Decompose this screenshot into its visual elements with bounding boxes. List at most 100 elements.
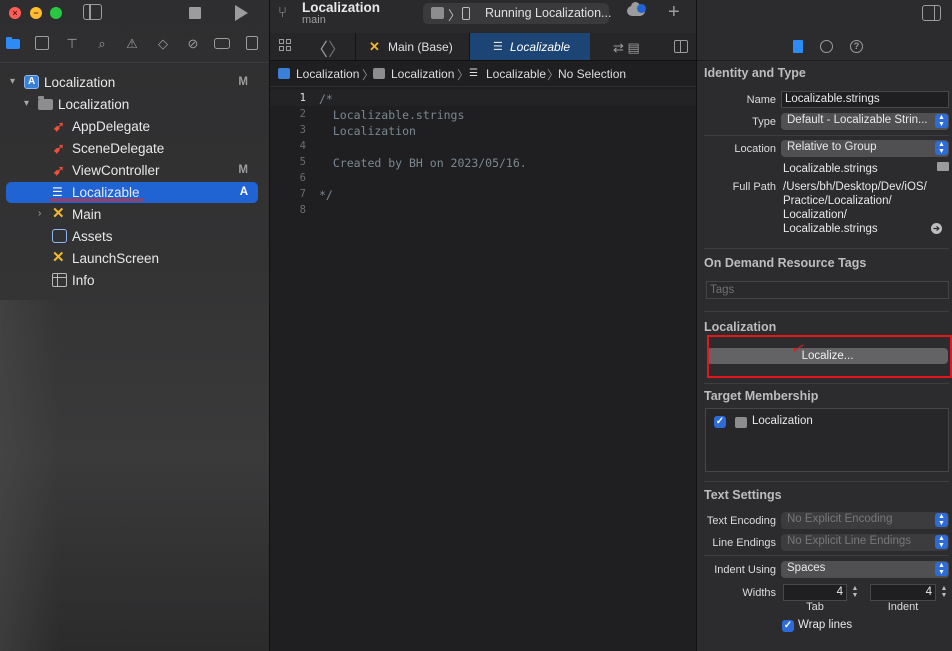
section-title-localization: Localization: [704, 320, 777, 334]
symbol-navigator-tab-icon[interactable]: ⊤: [64, 36, 80, 52]
history-inspector-tab-icon[interactable]: [820, 40, 833, 53]
code-area[interactable]: 1 2 3 4 5 6 7 8 /* Localizable.strings L…: [270, 88, 697, 651]
folder-icon: [373, 68, 385, 79]
breadcrumb-item[interactable]: Localization: [296, 67, 359, 81]
app-target-icon: [735, 417, 747, 428]
name-field[interactable]: Localizable.strings: [781, 91, 949, 108]
plist-icon: [52, 273, 67, 287]
tree-item-project[interactable]: ▾ Localization M: [6, 72, 258, 93]
breadcrumb-item[interactable]: Localization: [391, 67, 454, 81]
full-path-line: Practice/Localization/: [783, 195, 892, 207]
sidebar-toggle-icon[interactable]: [83, 4, 102, 20]
line-endings-popup[interactable]: No Explicit Line Endings ▲ ▼: [781, 534, 949, 551]
tree-item-main[interactable]: › ✕ Main: [6, 204, 258, 225]
issue-navigator-tab-icon[interactable]: ⚠: [124, 36, 140, 52]
tree-item-group-localization[interactable]: ▾ Localization: [6, 94, 258, 115]
source-control-navigator-tab-icon[interactable]: [35, 36, 49, 50]
breadcrumb-item[interactable]: No Selection: [558, 67, 626, 81]
tab-width-field[interactable]: 4: [783, 584, 847, 601]
indent-using-value: Spaces: [787, 562, 826, 574]
breadcrumb-item[interactable]: Localizable: [486, 67, 546, 81]
tags-field[interactable]: Tags: [706, 281, 949, 299]
indent-using-popup[interactable]: Spaces ▲ ▼: [781, 561, 949, 578]
quick-help-tab-icon[interactable]: ?: [850, 40, 863, 53]
wrap-lines-checkbox[interactable]: ✓: [782, 620, 794, 632]
storyboard-icon: ✕: [52, 249, 65, 266]
tree-item-scenedelegate[interactable]: ➹ SceneDelegate: [6, 138, 258, 159]
reveal-arrow-icon[interactable]: ➔: [931, 223, 942, 234]
chevron-updown-icon: ▲ ▼: [935, 562, 948, 576]
activity-status[interactable]: 〉 Running Localization...: [423, 3, 611, 24]
tree-item-info[interactable]: Info: [6, 270, 258, 291]
line-number: 1: [299, 92, 306, 104]
debug-navigator-tab-icon[interactable]: ⊘: [185, 36, 201, 52]
find-navigator-tab-icon[interactable]: ⌕: [94, 36, 110, 52]
stop-icon[interactable]: [189, 7, 201, 19]
line-number: 8: [299, 204, 306, 216]
tree-item-viewcontroller[interactable]: ➹ ViewController M: [6, 160, 258, 181]
text-encoding-value: No Explicit Encoding: [787, 513, 893, 525]
annotation-highlight-box: [707, 335, 952, 378]
current-line-highlight: [270, 90, 697, 106]
tree-item-label: Assets: [72, 229, 113, 244]
code-line: Created by BH on 2023/05/16.: [319, 156, 527, 170]
membership-checkbox[interactable]: ✓: [714, 416, 726, 428]
line-number: 4: [299, 140, 306, 152]
project-navigator-tab-icon[interactable]: [5, 36, 21, 52]
zoom-window-button[interactable]: [50, 7, 62, 19]
text-encoding-popup[interactable]: No Explicit Encoding ▲ ▼: [781, 512, 949, 529]
chevron-right-icon[interactable]: ›: [38, 208, 41, 219]
indent-width-field[interactable]: 4: [870, 584, 936, 601]
chevron-down-icon[interactable]: ▾: [24, 98, 29, 109]
tree-item-label: Info: [72, 273, 95, 288]
window-toolbar-center: ⑂ Localization main 〉 Running Localizati…: [270, 0, 697, 33]
tree-item-label: Localization: [58, 97, 130, 112]
test-navigator-tab-icon[interactable]: ◇: [155, 36, 171, 52]
breakpoint-navigator-tab-icon[interactable]: [214, 38, 230, 49]
line-endings-label: Line Endings: [712, 537, 776, 549]
run-icon[interactable]: [235, 5, 248, 21]
annotation-check-mark-icon: ✓: [789, 339, 805, 358]
tree-item-label: ViewController: [72, 163, 160, 178]
strings-file-icon: ☰: [469, 68, 478, 79]
tab-width-stepper[interactable]: ▲ ▼: [850, 585, 860, 601]
membership-target-label: Localization: [752, 415, 813, 427]
indent-width-stepper[interactable]: ▲ ▼: [939, 585, 949, 601]
tab-localizable[interactable]: ☰ Localizable: [470, 33, 590, 60]
minimize-window-button[interactable]: −: [30, 7, 42, 19]
line-number: 5: [299, 156, 306, 168]
tree-item-launchscreen[interactable]: ✕ LaunchScreen: [6, 248, 258, 269]
tree-item-assets[interactable]: Assets: [6, 226, 258, 247]
branch-icon: ⑂: [278, 4, 288, 21]
report-navigator-tab-icon[interactable]: [246, 36, 258, 50]
chevron-left-icon[interactable]: 〈: [310, 36, 328, 62]
location-file: Localizable.strings: [783, 163, 878, 175]
app-target-icon: [431, 7, 444, 19]
close-window-button[interactable]: ×: [9, 7, 21, 19]
inspector-toggle-icon[interactable]: [922, 5, 941, 21]
location-popup[interactable]: Relative to Group ▲ ▼: [781, 140, 949, 157]
xcodeproj-icon: [24, 75, 39, 89]
swift-file-icon: ➹: [53, 140, 65, 156]
xcode-cloud-icon[interactable]: [627, 2, 646, 16]
membership-list: ✓ Localization: [705, 408, 949, 472]
divider: [0, 62, 269, 63]
tree-item-label: LaunchScreen: [72, 251, 160, 266]
tab-main-base[interactable]: ✕ Main (Base): [355, 33, 470, 60]
related-items-icon[interactable]: [279, 39, 293, 53]
editor-options-icon[interactable]: ⇄ ▤: [613, 40, 640, 56]
tree-item-appdelegate[interactable]: ➹ AppDelegate: [6, 116, 258, 137]
name-label: Name: [746, 94, 776, 106]
file-inspector-tab-icon[interactable]: [793, 40, 803, 53]
split-editor-icon[interactable]: [674, 40, 688, 53]
chevron-updown-icon: ▲ ▼: [935, 535, 948, 549]
source-control-badge: M: [238, 164, 248, 176]
chevron-right-icon: 〉: [448, 8, 462, 23]
type-popup[interactable]: Default - Localizable Strin... ▲ ▼: [781, 113, 949, 130]
folder-icon[interactable]: [937, 162, 949, 171]
add-icon[interactable]: +: [668, 1, 680, 24]
chevron-down-icon[interactable]: ▾: [10, 76, 15, 87]
tab-width-caption: Tab: [806, 601, 824, 613]
branch-name: main: [302, 14, 326, 26]
chevron-right-icon[interactable]: 〉: [328, 36, 346, 62]
